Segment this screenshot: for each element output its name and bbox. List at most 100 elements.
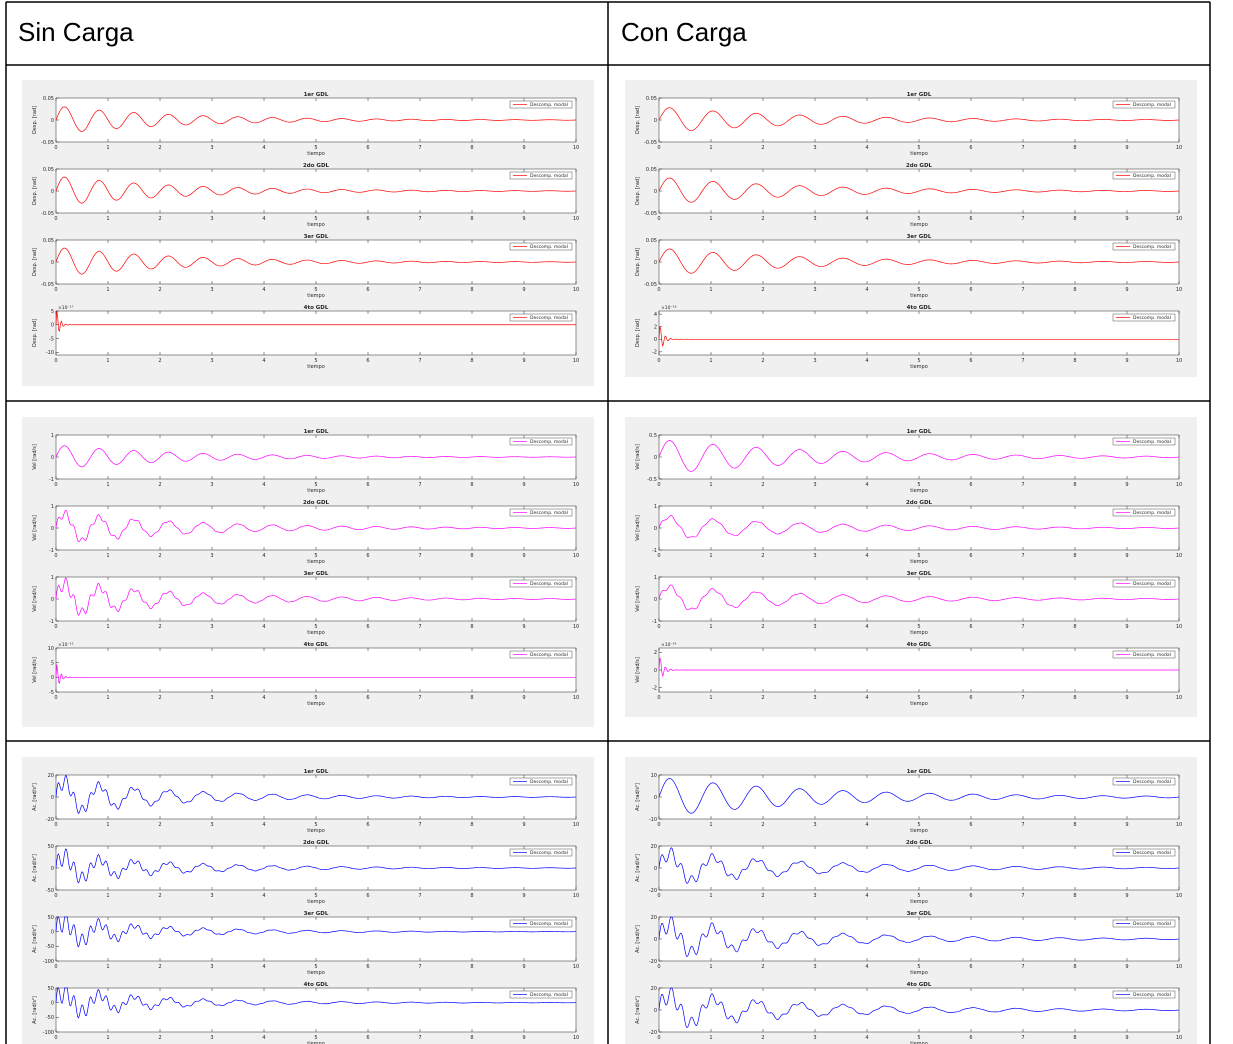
axes-box (55, 647, 577, 693)
legend-label: Descomp. modal (530, 992, 568, 998)
y-tick-label: 0 (51, 189, 54, 195)
y-axis-label: Ac. [rad/s²] (32, 996, 38, 1024)
x-axis-label: tiempo (307, 488, 325, 494)
x-tick-label: 6 (366, 695, 369, 701)
x-tick-label: 1 (709, 287, 712, 293)
y-axis-label: Ac. [rad/s²] (635, 783, 641, 811)
header-con-carga: Con Carga (621, 17, 747, 47)
x-tick-label: 8 (1073, 1035, 1076, 1041)
y-tick-label: -0.05 (644, 282, 657, 288)
x-tick-label: 4 (262, 145, 265, 151)
x-tick-label: 6 (969, 624, 972, 630)
x-tick-label: 8 (470, 358, 473, 364)
x-tick-label: 9 (522, 822, 525, 828)
x-tick-label: 0 (54, 287, 57, 293)
x-tick-label: 3 (813, 358, 816, 364)
x-tick-label: 1 (709, 695, 712, 701)
x-tick-label: 8 (1073, 695, 1076, 701)
x-tick-label: 10 (573, 216, 579, 222)
y-tick-label: -100 (43, 1030, 54, 1036)
y-tick-label: 0.05 (646, 167, 657, 173)
x-axis-label: tiempo (910, 630, 928, 636)
x-tick-label: 9 (1125, 145, 1128, 151)
x-tick-label: 7 (1021, 893, 1024, 899)
y-tick-label: 0 (654, 118, 657, 124)
x-tick-label: 6 (366, 1035, 369, 1041)
x-tick-label: 1 (709, 553, 712, 559)
y-exponent-label: ×10⁻¹⁴ (661, 642, 677, 648)
x-axis-label: tiempo (307, 970, 325, 976)
y-tick-label: -20 (649, 1030, 657, 1036)
x-tick-label: 8 (1073, 358, 1076, 364)
subplot-title: 1er GDL (907, 429, 932, 435)
x-tick-label: 6 (969, 216, 972, 222)
x-tick-label: 2 (761, 287, 764, 293)
subplot-title: 3er GDL (907, 571, 932, 577)
y-tick-label: -1 (652, 548, 657, 554)
y-axis-label: Ac. [rad/s²] (32, 783, 38, 811)
subplot-title: 3er GDL (304, 234, 329, 240)
x-tick-label: 9 (522, 695, 525, 701)
x-tick-label: 2 (761, 695, 764, 701)
x-axis-label: tiempo (307, 828, 325, 834)
y-tick-label: 0 (654, 189, 657, 195)
y-tick-label: -1 (49, 477, 54, 483)
x-tick-label: 4 (262, 358, 265, 364)
x-tick-label: 9 (522, 287, 525, 293)
x-axis-label: tiempo (307, 899, 325, 905)
x-tick-label: 3 (210, 822, 213, 828)
x-tick-label: 10 (1176, 695, 1182, 701)
x-tick-label: 3 (813, 624, 816, 630)
x-tick-label: 10 (1176, 553, 1182, 559)
comparison-table: Sin Carga Con Carga 1er GDL 0.05 0 -0.05 Des… (0, 0, 1233, 1044)
x-tick-label: 0 (657, 822, 660, 828)
x-axis-label: tiempo (307, 293, 325, 299)
x-tick-label: 4 (262, 216, 265, 222)
y-tick-label: 0.05 (43, 238, 54, 244)
y-axis-label: Desp. [rad] (635, 177, 641, 205)
y-tick-label: 0 (51, 323, 54, 329)
x-tick-label: 10 (573, 624, 579, 630)
x-tick-label: 8 (1073, 216, 1076, 222)
y-tick-label: -100 (43, 959, 54, 965)
x-tick-label: 4 (865, 964, 868, 970)
x-tick-label: 1 (106, 822, 109, 828)
y-tick-label: 0 (51, 1000, 54, 1006)
x-tick-label: 4 (262, 287, 265, 293)
x-tick-label: 4 (865, 482, 868, 488)
x-tick-label: 7 (1021, 695, 1024, 701)
y-tick-label: -5 (49, 690, 54, 696)
y-tick-label: -0.05 (41, 211, 54, 217)
x-tick-label: 9 (1125, 553, 1128, 559)
y-tick-label: 0 (654, 795, 657, 801)
x-tick-label: 2 (158, 624, 161, 630)
y-tick-label: 2 (654, 325, 657, 331)
y-tick-label: 0.05 (646, 238, 657, 244)
legend-label: Descomp. modal (1133, 779, 1171, 785)
subplot-title: 3er GDL (304, 571, 329, 577)
x-tick-label: 7 (1021, 964, 1024, 970)
x-tick-label: 4 (865, 553, 868, 559)
x-tick-label: 10 (1176, 287, 1182, 293)
x-tick-label: 6 (366, 482, 369, 488)
y-tick-label: 0 (51, 455, 54, 461)
x-tick-label: 0 (657, 1035, 660, 1041)
x-tick-label: 6 (366, 553, 369, 559)
x-tick-label: 8 (1073, 553, 1076, 559)
x-tick-label: 2 (158, 695, 161, 701)
legend-label: Descomp. modal (1133, 510, 1171, 516)
x-axis-label: tiempo (910, 970, 928, 976)
x-tick-label: 7 (1021, 358, 1024, 364)
x-tick-label: 6 (969, 145, 972, 151)
x-tick-label: 3 (210, 358, 213, 364)
y-tick-label: 20 (651, 844, 657, 850)
x-tick-label: 7 (1021, 553, 1024, 559)
x-tick-label: 3 (813, 145, 816, 151)
x-tick-label: 10 (573, 358, 579, 364)
y-tick-label: 0 (51, 795, 54, 801)
y-axis-label: Vel [rad/s] (32, 657, 38, 683)
x-tick-label: 8 (470, 624, 473, 630)
y-tick-label: 20 (651, 915, 657, 921)
x-tick-label: 8 (470, 964, 473, 970)
x-tick-label: 4 (865, 822, 868, 828)
